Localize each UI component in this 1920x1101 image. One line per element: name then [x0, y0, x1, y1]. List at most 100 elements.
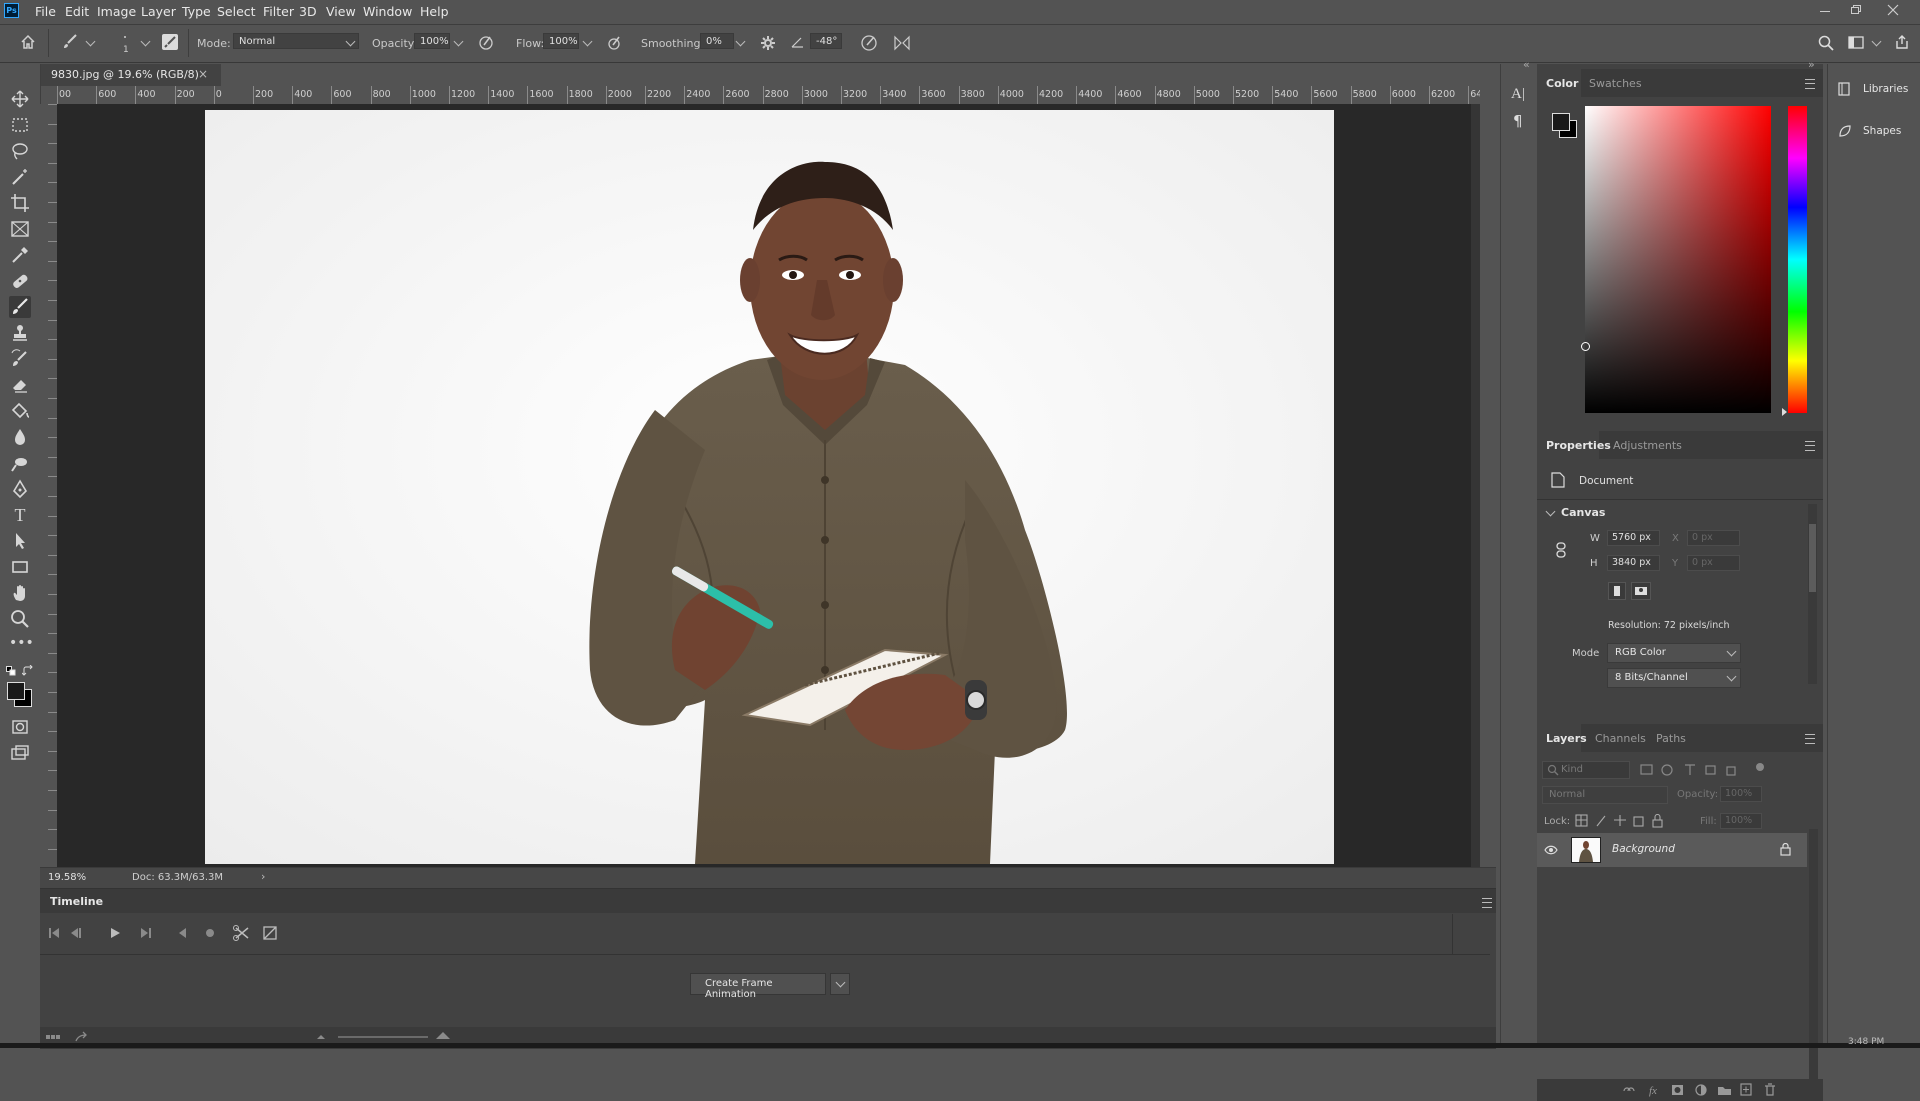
brush-tool-icon[interactable] — [9, 296, 31, 318]
layer-actions-icons[interactable]: fx — [1537, 1079, 1823, 1101]
layers-scrollbar[interactable] — [1809, 829, 1818, 1079]
move-tool-icon[interactable] — [9, 88, 31, 110]
menu-filter[interactable]: Filter — [263, 4, 294, 19]
animation-type-dropdown[interactable] — [830, 973, 850, 995]
brush-size-chevron-icon[interactable] — [140, 36, 151, 47]
canvas-section-chevron-icon[interactable] — [1545, 506, 1556, 517]
close-icon[interactable] — [1887, 4, 1899, 16]
eyedropper-tool-icon[interactable] — [9, 244, 31, 266]
brush-settings-icon[interactable] — [162, 34, 178, 50]
canvas-scrollbar-v[interactable] — [1471, 104, 1480, 867]
layer-name[interactable]: Background — [1612, 843, 1675, 855]
brush-size-preview[interactable]: 1 — [115, 31, 135, 59]
tab-swatches[interactable]: Swatches — [1589, 77, 1642, 90]
opacity-field[interactable]: 100% — [414, 33, 450, 49]
portrait-orientation-button[interactable] — [1608, 582, 1626, 600]
timeline-menu-icon[interactable] — [1482, 898, 1492, 908]
tab-layers[interactable]: Layers — [1546, 732, 1587, 745]
home-icon[interactable] — [20, 34, 36, 50]
eraser-tool-icon[interactable] — [9, 374, 31, 396]
quick-mask-icon[interactable] — [9, 716, 31, 738]
frame-tool-icon[interactable] — [9, 218, 31, 240]
restore-icon[interactable] — [1851, 5, 1861, 14]
layer-lock-icon[interactable] — [1780, 843, 1791, 856]
playback-controls-icon[interactable] — [40, 914, 300, 954]
color-mode-dropdown[interactable]: RGB Color — [1607, 643, 1741, 663]
menu-edit[interactable]: Edit — [65, 4, 89, 19]
flow-field[interactable]: 100% — [543, 33, 579, 49]
rectangle-tool-icon[interactable] — [9, 556, 31, 578]
photoshop-logo-icon[interactable]: Ps — [4, 3, 19, 18]
width-field[interactable]: 5760 px — [1607, 530, 1660, 546]
mode-select[interactable]: Normal — [233, 33, 359, 49]
menu-file[interactable]: File — [35, 4, 56, 19]
hue-slider-handle[interactable] — [1782, 408, 1787, 416]
airbrush-icon[interactable] — [606, 35, 624, 51]
menu-help[interactable]: Help — [420, 4, 449, 19]
collapse-panels-icon[interactable]: « — [1523, 58, 1530, 71]
color-picker-cursor[interactable] — [1581, 342, 1590, 351]
flow-chevron-icon[interactable] — [582, 36, 593, 47]
quick-selection-tool-icon[interactable] — [9, 166, 31, 188]
smoothing-field[interactable]: 0% — [700, 33, 734, 49]
lasso-tool-icon[interactable] — [9, 140, 31, 162]
character-panel-icon[interactable]: A| — [1511, 86, 1525, 103]
shapes-panel-button[interactable]: Shapes — [1828, 118, 1920, 144]
search-icon[interactable] — [1818, 35, 1834, 51]
color-panel-menu-icon[interactable] — [1805, 79, 1815, 89]
menu-view[interactable]: View — [326, 4, 356, 19]
document-tab[interactable]: 9830.jpg @ 19.6% (RGB/8) × — [41, 64, 221, 86]
default-colors-icon[interactable] — [6, 666, 16, 676]
properties-panel-menu-icon[interactable] — [1805, 441, 1815, 451]
screen-mode-icon[interactable] — [9, 742, 31, 764]
layer-filter-icons[interactable] — [1640, 763, 1770, 777]
create-frame-animation-button[interactable]: Create Frame Animation — [690, 973, 826, 1000]
tab-color[interactable]: Color — [1546, 77, 1578, 90]
swap-colors-icon[interactable] — [22, 665, 34, 677]
opacity-chevron-icon[interactable] — [453, 36, 464, 47]
minimize-icon[interactable] — [1820, 11, 1830, 12]
document-size[interactable]: Doc: 63.3M/63.3M — [132, 872, 223, 883]
workspace-icon[interactable] — [1848, 35, 1864, 50]
status-expand-icon[interactable]: › — [261, 870, 265, 883]
layer-row-background[interactable]: Background — [1537, 833, 1807, 867]
bit-depth-dropdown[interactable]: 8 Bits/Channel — [1607, 668, 1741, 688]
pressure-size-icon[interactable] — [860, 34, 878, 52]
marquee-tool-icon[interactable] — [9, 114, 31, 136]
menu-window[interactable]: Window — [363, 4, 412, 19]
height-field[interactable]: 3840 px — [1607, 555, 1660, 571]
menu-image[interactable]: Image — [97, 4, 136, 19]
tab-paths[interactable]: Paths — [1656, 732, 1686, 745]
horizontal-ruler[interactable]: 00 600 400 200 0 200 400 600 800 1000 1200 1400 1600… — [57, 86, 1480, 105]
layer-thumbnail[interactable] — [1571, 837, 1601, 863]
more-tools-icon[interactable]: ••• — [9, 634, 34, 656]
color-fg-bg-swatches[interactable] — [1549, 110, 1579, 140]
smoothing-chevron-icon[interactable] — [735, 36, 746, 47]
brush-preset-chevron-icon[interactable] — [85, 36, 96, 47]
hue-slider[interactable] — [1782, 106, 1807, 416]
share-icon[interactable] — [1894, 34, 1910, 50]
document-close-icon[interactable]: × — [198, 67, 208, 81]
link-dimensions-icon[interactable] — [1556, 542, 1566, 558]
document-image[interactable] — [205, 110, 1334, 864]
menu-type[interactable]: Type — [182, 4, 211, 19]
tab-adjustments[interactable]: Adjustments — [1613, 439, 1682, 452]
color-field[interactable] — [1581, 106, 1771, 413]
crop-tool-icon[interactable] — [9, 192, 31, 214]
layer-visibility-eye-icon[interactable] — [1544, 843, 1558, 857]
menu-3d[interactable]: 3D — [299, 4, 317, 19]
tab-channels[interactable]: Channels — [1595, 732, 1646, 745]
canvas-section-title[interactable]: Canvas — [1561, 506, 1605, 519]
foreground-color-swatch[interactable] — [7, 682, 25, 700]
history-brush-tool-icon[interactable] — [9, 348, 31, 370]
libraries-panel-button[interactable]: Libraries — [1828, 76, 1920, 102]
vertical-ruler[interactable] — [40, 104, 58, 870]
landscape-orientation-button[interactable] — [1631, 582, 1651, 600]
type-tool-icon[interactable]: T — [9, 504, 31, 526]
zoom-level[interactable]: 19.58% — [48, 872, 86, 883]
smoothing-gear-icon[interactable] — [760, 35, 776, 51]
path-selection-tool-icon[interactable] — [9, 530, 31, 552]
hand-tool-icon[interactable] — [9, 582, 31, 604]
pen-tool-icon[interactable] — [9, 478, 31, 500]
zoom-tool-icon[interactable] — [9, 608, 31, 630]
